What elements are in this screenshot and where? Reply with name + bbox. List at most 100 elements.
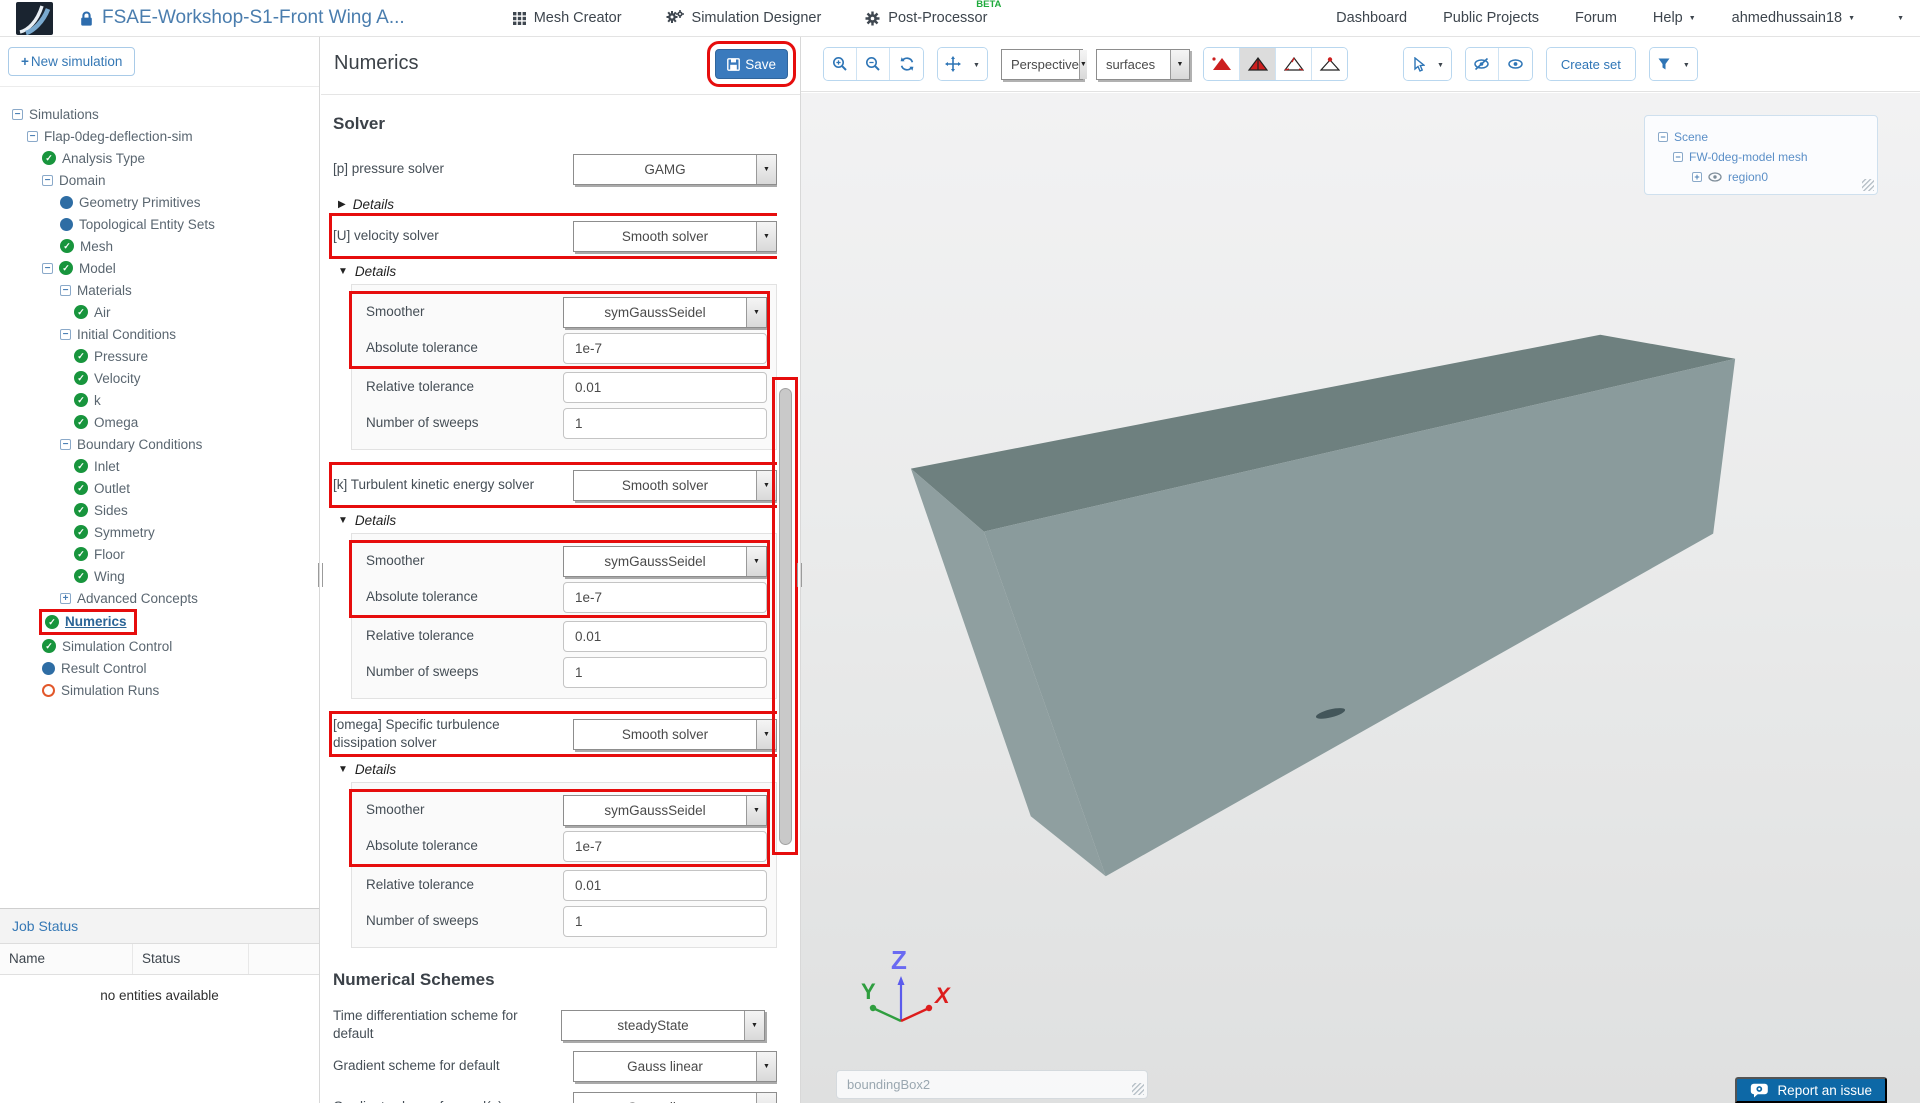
expand-icon[interactable]	[60, 592, 71, 604]
collapse-icon[interactable]	[60, 328, 71, 340]
collapse-icon[interactable]	[60, 284, 71, 296]
nav-forum[interactable]: Forum	[1575, 10, 1617, 26]
tree-item-result-control[interactable]: Result Control	[4, 657, 319, 679]
omega-details-toggle[interactable]: Details	[338, 762, 777, 777]
gradient-gradp-select[interactable]: Gauss linear	[573, 1091, 777, 1103]
reset-view-button[interactable]	[890, 48, 923, 80]
simscale-logo[interactable]	[16, 1, 53, 35]
project-title[interactable]: FSAE-Workshop-S1-Front Wing A...	[102, 7, 405, 29]
nav-simulation-designer[interactable]: Simulation Designer	[666, 10, 821, 26]
right-splitter-handle[interactable]	[797, 563, 802, 587]
scene-node[interactable]: Scene	[1658, 127, 1877, 147]
tree-item-flap-0deg-deflection-sim[interactable]: Flap-0deg-deflection-sim	[4, 125, 319, 147]
show-selection-button[interactable]	[1498, 48, 1532, 80]
tree-item-inlet[interactable]: Inlet	[4, 455, 319, 477]
pressure-details-toggle[interactable]: Details	[338, 197, 777, 212]
tree-item-numerics[interactable]: Numerics	[4, 609, 319, 635]
tree-item-simulation-runs[interactable]: Simulation Runs	[4, 679, 319, 701]
nav-dashboard[interactable]: Dashboard	[1336, 10, 1407, 26]
render-points-button[interactable]	[1311, 48, 1347, 80]
tree-item-mesh[interactable]: Mesh	[4, 235, 319, 257]
k-absolute-tolerance-input[interactable]	[563, 581, 767, 613]
collapse-icon[interactable]	[42, 262, 53, 274]
omega-absolute-tolerance-input[interactable]	[563, 830, 767, 862]
k-smoother-select[interactable]: symGaussSeidel	[563, 545, 767, 577]
nav-user-menu[interactable]: ahmedhussain18	[1732, 10, 1855, 26]
time-differentiation-select[interactable]: steadyState	[561, 1009, 765, 1041]
resize-handle-icon[interactable]	[1132, 1083, 1144, 1095]
region0-node[interactable]: region0	[1658, 167, 1877, 187]
filter-button[interactable]	[1649, 48, 1697, 80]
tree-item-model[interactable]: Model	[4, 257, 319, 279]
tree-item-air[interactable]: Air	[4, 301, 319, 323]
gradient-default-select[interactable]: Gauss linear	[573, 1050, 777, 1082]
collapse-icon[interactable]	[1658, 132, 1668, 142]
omega-relative-tolerance-input[interactable]	[563, 869, 767, 901]
k-solver-select[interactable]: Smooth solver	[573, 469, 777, 501]
create-set-button[interactable]: Create set	[1546, 48, 1635, 80]
tree-item-simulations[interactable]: Simulations	[4, 103, 319, 125]
nav-help-menu[interactable]: Help	[1653, 10, 1696, 26]
hide-selection-button[interactable]	[1465, 48, 1499, 80]
velocity-sweeps-input[interactable]	[563, 407, 767, 439]
camera-mode-select[interactable]: Perspective	[1000, 48, 1087, 80]
tree-item-k[interactable]: k	[4, 389, 319, 411]
tree-item-analysis-type[interactable]: Analysis Type	[4, 147, 319, 169]
k-relative-tolerance-input[interactable]	[563, 620, 767, 652]
zoom-out-button[interactable]	[857, 48, 890, 80]
tree-item-domain[interactable]: Domain	[4, 169, 319, 191]
collapse-icon[interactable]	[12, 108, 23, 120]
collapse-icon[interactable]	[27, 130, 38, 142]
omega-solver-select[interactable]: Smooth solver	[573, 718, 777, 750]
tree-item-pressure[interactable]: Pressure	[4, 345, 319, 367]
tree-item-geometry-primitives[interactable]: Geometry Primitives	[4, 191, 319, 213]
nav-mesh-creator[interactable]: Mesh Creator	[512, 10, 622, 26]
tree-item-simulation-control[interactable]: Simulation Control	[4, 635, 319, 657]
omega-smoother-select[interactable]: symGaussSeidel	[563, 794, 767, 826]
nav-post-processor[interactable]: Post-Processor BETA	[865, 0, 1001, 26]
tree-item-materials[interactable]: Materials	[4, 279, 319, 301]
velocity-absolute-tolerance-input[interactable]	[563, 332, 767, 364]
bounding-box-label-overlay[interactable]: boundingBox2	[836, 1070, 1148, 1099]
collapse-icon[interactable]	[42, 174, 53, 186]
render-wireframe-button[interactable]	[1275, 48, 1312, 80]
tree-item-boundary-conditions[interactable]: Boundary Conditions	[4, 433, 319, 455]
tree-item-outlet[interactable]: Outlet	[4, 477, 319, 499]
mesh-node[interactable]: FW-0deg-model mesh	[1658, 147, 1877, 167]
omega-sweeps-input[interactable]	[563, 905, 767, 937]
tree-item-symmetry[interactable]: Symmetry	[4, 521, 319, 543]
velocity-solver-select[interactable]: Smooth solver	[573, 220, 777, 252]
left-splitter-handle[interactable]	[318, 563, 323, 587]
velocity-smoother-select[interactable]: symGaussSeidel	[563, 296, 767, 328]
tree-item-advanced-concepts[interactable]: Advanced Concepts	[4, 587, 319, 609]
report-issue-button[interactable]: Report an issue	[1735, 1077, 1887, 1103]
render-surface-button[interactable]	[1203, 48, 1240, 80]
render-canvas[interactable]: Scene FW-0deg-model mesh region0 Z	[801, 93, 1920, 1103]
pressure-solver-select[interactable]: GAMG	[573, 153, 777, 185]
more-menu-caret[interactable]	[1891, 10, 1904, 26]
nav-public-projects[interactable]: Public Projects	[1443, 10, 1539, 26]
eye-icon[interactable]	[1708, 172, 1722, 182]
selection-mode-button[interactable]	[1403, 48, 1451, 80]
zoom-in-button[interactable]	[824, 48, 857, 80]
tree-item-initial-conditions[interactable]: Initial Conditions	[4, 323, 319, 345]
tree-item-sides[interactable]: Sides	[4, 499, 319, 521]
velocity-details-toggle[interactable]: Details	[338, 264, 777, 279]
k-sweeps-input[interactable]	[563, 656, 767, 688]
collapse-icon[interactable]	[1673, 152, 1683, 162]
render-target-select[interactable]: surfaces	[1095, 48, 1190, 80]
tree-item-topological-entity-sets[interactable]: Topological Entity Sets	[4, 213, 319, 235]
velocity-relative-tolerance-input[interactable]	[563, 371, 767, 403]
tree-item-wing[interactable]: Wing	[4, 565, 319, 587]
tree-item-omega[interactable]: Omega	[4, 411, 319, 433]
collapse-icon[interactable]	[60, 438, 71, 450]
resize-handle-icon[interactable]	[1862, 179, 1874, 191]
expand-icon[interactable]	[1692, 172, 1702, 182]
render-surface-edges-button[interactable]	[1239, 48, 1276, 80]
tree-item-floor[interactable]: Floor	[4, 543, 319, 565]
k-details-toggle[interactable]: Details	[338, 513, 777, 528]
tree-item-velocity[interactable]: Velocity	[4, 367, 319, 389]
save-button[interactable]: Save	[707, 41, 796, 87]
new-simulation-button[interactable]: + New simulation	[8, 47, 136, 76]
pan-mode-button[interactable]	[938, 48, 987, 80]
